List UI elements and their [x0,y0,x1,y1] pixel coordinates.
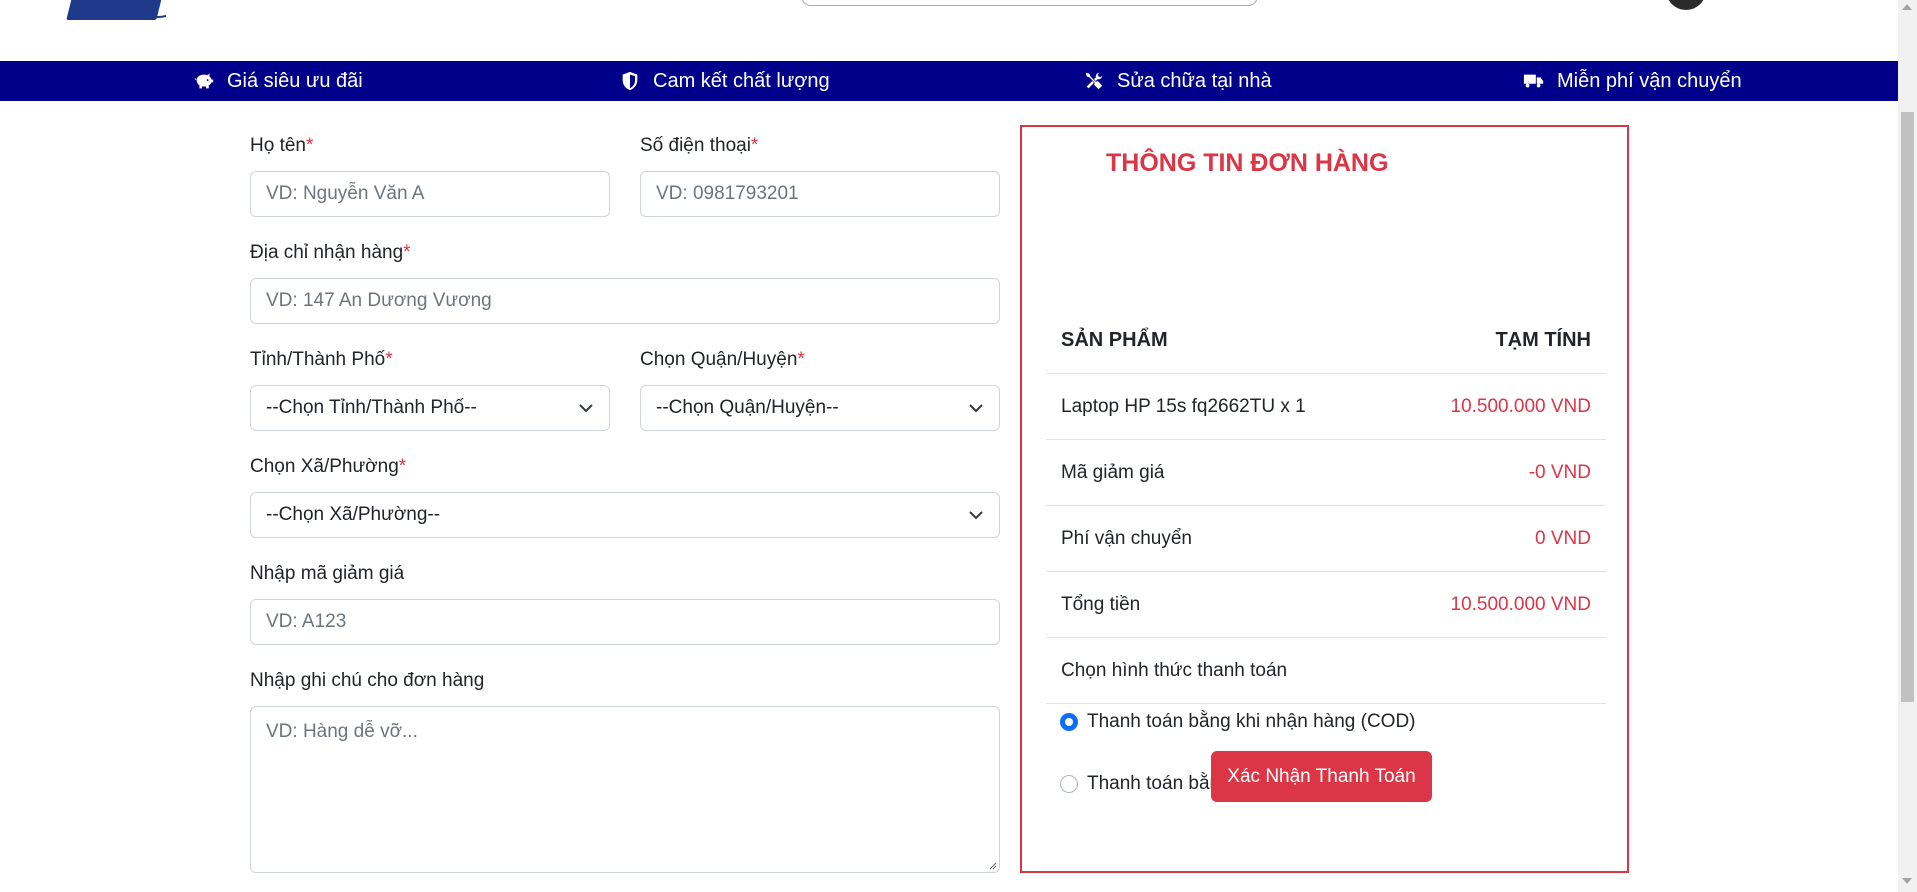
confirm-payment-button[interactable]: Xác Nhận Thanh Toán [1211,751,1432,802]
ward-label: Chọn Xã/Phường* [250,456,406,478]
benefit-repair: Sửa chữa tại nhà [1083,61,1272,101]
coupon-input[interactable]: VD: A123 [250,599,1000,645]
benefits-bar: Giá siêu ưu đãi Cam kết chất lượng Sửa c… [0,61,1898,101]
district-label: Chọn Quận/Huyện* [640,349,805,371]
district-select-value: --Chọn Quận/Huyện-- [656,397,839,418]
order-title: THÔNG TIN ĐƠN HÀNG [1106,149,1389,177]
required-mark: * [797,349,805,370]
payment-method-row: Chọn hình thức thanh toán [1046,638,1606,704]
note-label: Nhập ghi chú cho đơn hàng [250,670,485,691]
address-label: Địa chỉ nhận hàng* [250,242,411,264]
radio-cod[interactable] [1060,713,1078,731]
benefit-shipping: Miễn phí vận chuyển [1523,61,1742,101]
district-label-text: Chọn Quận/Huyện [640,349,798,370]
product-price: 10.500.000 VND [1450,395,1592,417]
payment-option-cod-label[interactable]: Thanh toán bằng khi nhận hàng (COD) [1087,711,1416,733]
phone-label: Số điện thoại* [640,135,758,157]
total-label: Tổng tiền [1061,593,1141,615]
order-summary-panel: THÔNG TIN ĐƠN HÀNG SẢN PHẨM TẠM TÍNH Lap… [1020,125,1629,873]
benefit-quality: Cam kết chất lượng [619,61,830,101]
discount-label: Mã giảm giá [1061,461,1165,483]
tools-icon [1085,72,1103,90]
address-placeholder: VD: 147 An Dương Vương [266,290,492,311]
payment-method-label: Chọn hình thức thanh toán [1061,659,1288,681]
benefit-shipping-label: Miễn phí vận chuyển [1557,69,1742,92]
province-label-text: Tỉnh/Thành Phố [250,349,386,370]
ward-label-text: Chọn Xã/Phường [250,456,399,477]
page-scrollbar[interactable] [1898,0,1917,892]
piggy-bank-icon [194,73,214,89]
benefit-repair-label: Sửa chữa tại nhà [1117,69,1272,92]
truck-icon [1523,74,1544,88]
column-subtotal: TẠM TÍNH [1495,329,1591,351]
required-mark: * [398,456,407,477]
order-shipping-row: Phí vận chuyển 0 VND [1046,506,1606,572]
district-select[interactable]: --Chọn Quận/Huyện-- [640,385,1000,431]
coupon-placeholder: VD: A123 [266,611,347,632]
order-discount-row: Mã giảm giá -0 VND [1046,440,1606,506]
name-label: Họ tên* [250,135,313,157]
address-label-text: Địa chỉ nhận hàng [250,242,404,263]
scroll-up-arrow-icon[interactable] [1902,4,1912,10]
site-logo[interactable] [66,0,166,24]
chevron-down-icon [969,511,983,520]
benefit-price: Giá siêu ưu đãi [193,61,363,101]
scroll-thumb[interactable] [1901,112,1914,702]
column-product: SẢN PHẨM [1061,329,1168,351]
note-textarea[interactable]: VD: Hàng dễ vỡ... [250,706,1000,873]
order-total-row: Tổng tiền 10.500.000 VND [1046,572,1606,638]
address-input[interactable]: VD: 147 An Dương Vương [250,278,1000,324]
name-input[interactable]: VD: Nguyễn Văn A [250,171,610,217]
chevron-down-icon [579,404,593,413]
resize-handle-icon[interactable] [987,860,997,870]
shipping-label: Phí vận chuyển [1061,527,1192,549]
ward-select[interactable]: --Chọn Xã/Phường-- [250,492,1000,538]
name-label-text: Họ tên [250,135,306,156]
payment-option-cod[interactable]: Thanh toán bằng khi nhận hàng (COD) [1060,711,1416,733]
phone-input[interactable]: VD: 0981793201 [640,171,1000,217]
province-label: Tỉnh/Thành Phố* [250,349,393,371]
province-select-value: --Chọn Tỉnh/Thành Phố-- [266,397,477,418]
benefit-price-label: Giá siêu ưu đãi [227,69,363,92]
radio-banking[interactable] [1060,775,1078,793]
order-header-row: SẢN PHẨM TẠM TÍNH [1046,308,1606,374]
discount-value: -0 VND [1528,461,1591,483]
required-mark: * [750,135,759,156]
product-name: Laptop HP 15s fq2662TU x 1 [1061,395,1306,417]
avatar[interactable] [1666,0,1706,10]
name-placeholder: VD: Nguyễn Văn A [266,183,425,204]
required-mark: * [403,242,411,263]
shield-icon [622,71,638,91]
order-product-row: Laptop HP 15s fq2662TU x 1 10.500.000 VN… [1046,374,1606,440]
benefit-quality-label: Cam kết chất lượng [653,69,830,92]
search-input[interactable] [801,0,1258,6]
required-mark: * [305,135,314,156]
chevron-down-icon [969,404,983,413]
phone-placeholder: VD: 0981793201 [656,183,799,204]
coupon-label: Nhập mã giảm giá [250,563,405,584]
ward-select-value: --Chọn Xã/Phường-- [266,504,441,525]
scroll-down-arrow-icon[interactable] [1902,878,1912,884]
required-mark: * [385,349,393,370]
shipping-value: 0 VND [1535,527,1591,549]
note-placeholder: VD: Hàng dễ vỡ... [266,721,418,742]
site-header [0,0,1898,61]
province-select[interactable]: --Chọn Tỉnh/Thành Phố-- [250,385,610,431]
total-value: 10.500.000 VND [1450,593,1592,615]
phone-label-text: Số điện thoại [640,135,751,156]
